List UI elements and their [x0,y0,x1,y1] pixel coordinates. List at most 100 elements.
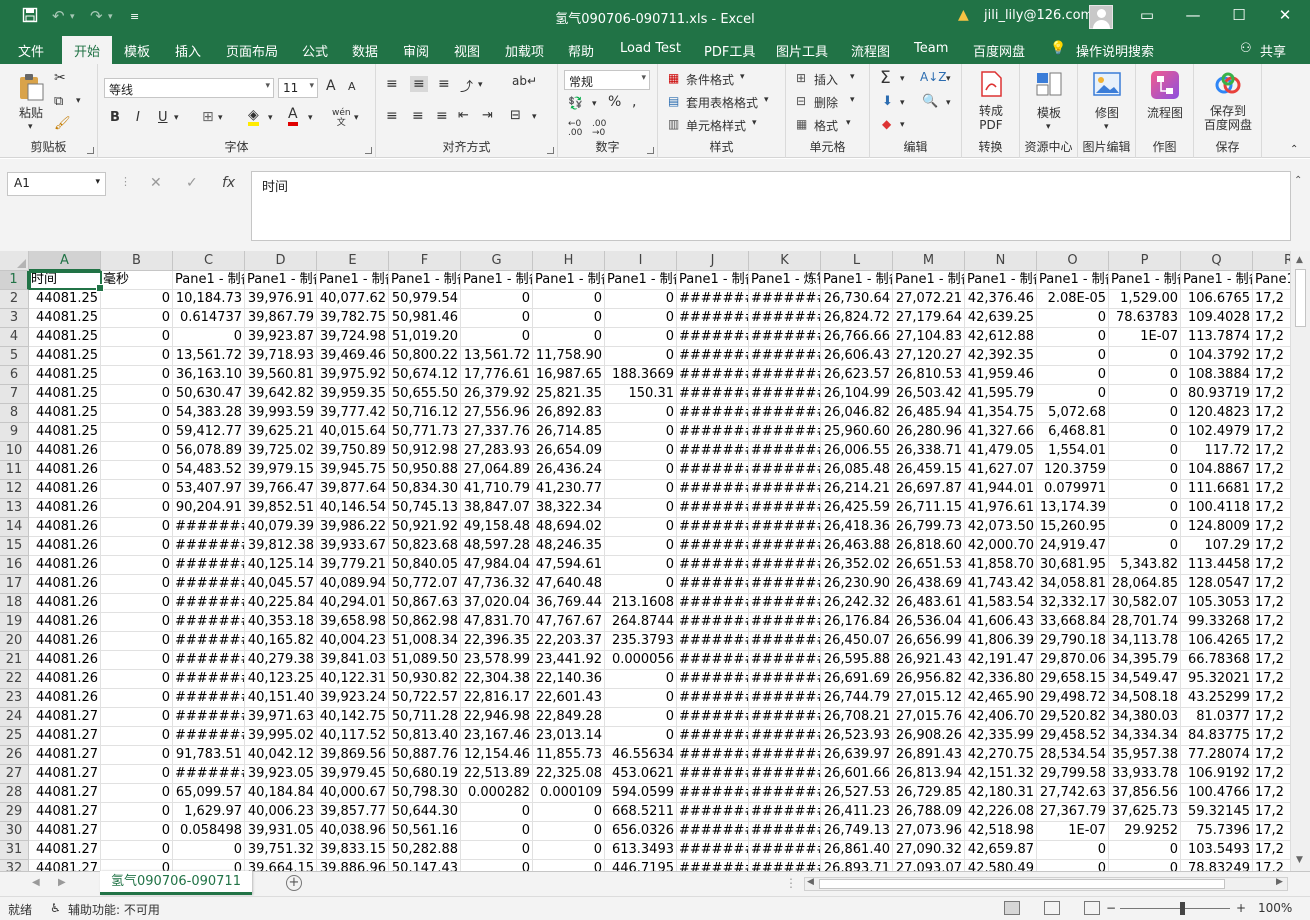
data-cell[interactable]: 50,813.40 [389,727,461,746]
data-cell[interactable]: 47,831.70 [461,613,533,632]
data-cell[interactable]: 34,508.18 [1109,689,1181,708]
data-cell[interactable]: 26,006.55 [821,442,893,461]
grow-font-button[interactable]: A [326,78,336,94]
data-cell[interactable]: 40,151.40 [245,689,317,708]
data-cell[interactable]: 50,798.30 [389,784,461,803]
data-cell[interactable]: 26,714.85 [533,423,605,442]
data-cell[interactable]: 39,867.79 [245,309,317,328]
data-cell[interactable]: ####### [677,442,749,461]
data-cell[interactable]: 0 [605,423,677,442]
data-cell[interactable]: ####### [173,556,245,575]
data-cell[interactable]: 0 [533,803,605,822]
data-cell[interactable]: 22,513.89 [461,765,533,784]
alignment-launcher-icon[interactable] [547,147,554,154]
data-cell[interactable]: 0 [101,404,173,423]
column-header[interactable]: C [173,251,245,271]
data-cell[interactable]: 44081.26 [29,461,101,480]
data-cell[interactable]: 33,668.84 [1037,613,1109,632]
column-header[interactable]: N [965,251,1037,271]
data-cell[interactable]: 0 [101,746,173,765]
data-cell[interactable]: 40,000.67 [317,784,389,803]
data-cell[interactable]: 39,724.98 [317,328,389,347]
template-icon[interactable] [1035,70,1063,101]
data-cell[interactable]: 37,625.73 [1109,803,1181,822]
data-cell[interactable]: 39,993.59 [245,404,317,423]
undo-icon[interactable]: ↶ [52,7,65,25]
phonetic-button[interactable]: wén 文 [332,108,351,128]
delete-cells-icon[interactable]: ⊟ [796,94,806,108]
tab-view[interactable]: 视图 [454,41,480,60]
data-cell[interactable]: 26,425.59 [821,499,893,518]
data-cell[interactable]: 40,165.82 [245,632,317,651]
data-cell[interactable]: 48,246.35 [533,537,605,556]
data-cell[interactable]: 39,886.96 [317,860,389,871]
conditional-format-icon[interactable]: ▦ [668,71,679,85]
data-cell[interactable]: 22,325.08 [533,765,605,784]
data-cell[interactable]: 107.29 [1181,537,1253,556]
data-cell[interactable]: ####### [173,575,245,594]
data-cell[interactable]: 0 [173,841,245,860]
data-cell[interactable]: 42,226.08 [965,803,1037,822]
zoom-level[interactable]: 100% [1258,901,1292,915]
data-cell[interactable]: 44081.27 [29,746,101,765]
paste-dropdown-icon[interactable]: ▾ [28,122,33,132]
clear-icon[interactable]: ◆ [882,117,891,131]
data-cell[interactable]: 40,353.18 [245,613,317,632]
zoom-in-icon[interactable]: + [1236,901,1246,915]
find-select-icon[interactable]: 🔍 [922,94,938,109]
data-cell[interactable]: 0 [101,613,173,632]
data-cell[interactable]: 44081.27 [29,708,101,727]
data-cell[interactable]: 26,527.53 [821,784,893,803]
row-header[interactable]: 2 [0,290,29,309]
data-cell[interactable]: 0 [101,347,173,366]
data-cell[interactable]: 26,601.66 [821,765,893,784]
data-cell[interactable]: ####### [173,613,245,632]
data-cell[interactable]: 0 [101,708,173,727]
data-cell[interactable]: 26,861.40 [821,841,893,860]
row-header[interactable]: 17 [0,575,29,594]
data-cell[interactable]: 17,2 [1253,556,1290,575]
data-cell[interactable]: 17,2 [1253,499,1290,518]
data-cell[interactable]: 17,2 [1253,385,1290,404]
data-cell[interactable]: 17,2 [1253,708,1290,727]
data-cell[interactable]: 39,560.81 [245,366,317,385]
data-cell[interactable]: ####### [173,594,245,613]
data-cell[interactable]: ####### [677,518,749,537]
row-header[interactable]: 24 [0,708,29,727]
underline-dropdown-icon[interactable]: ▾ [174,113,179,123]
zoom-slider[interactable] [1120,908,1230,909]
format-painter-icon[interactable]: 🖌 [54,116,71,131]
data-cell[interactable]: 17,2 [1253,309,1290,328]
underline-button[interactable]: U [158,110,168,125]
data-cell[interactable]: 17,2 [1253,366,1290,385]
name-box[interactable]: A1 ▾ [7,172,106,196]
data-cell[interactable]: 26,595.88 [821,651,893,670]
data-cell[interactable]: 44081.25 [29,385,101,404]
data-cell[interactable]: 0 [101,423,173,442]
data-cell[interactable]: 22,203.37 [533,632,605,651]
data-cell[interactable]: 17,2 [1253,841,1290,860]
currency-icon[interactable]: 💱 [568,96,583,110]
data-cell[interactable]: 59,412.77 [173,423,245,442]
data-cell[interactable]: 17,2 [1253,822,1290,841]
data-cell[interactable]: 0 [605,499,677,518]
add-sheet-button[interactable]: + [286,875,302,891]
data-cell[interactable]: 17,2 [1253,423,1290,442]
row-header[interactable]: 19 [0,613,29,632]
data-cell[interactable]: 39,812.38 [245,537,317,556]
data-cell[interactable]: 17,2 [1253,594,1290,613]
data-cell[interactable]: 40,089.94 [317,575,389,594]
data-cell[interactable]: 0 [605,575,677,594]
data-cell[interactable]: ####### [677,347,749,366]
data-cell[interactable]: 78.63783 [1109,309,1181,328]
data-cell[interactable]: 26,908.26 [893,727,965,746]
data-cell[interactable]: 32,332.17 [1037,594,1109,613]
cell-styles-icon[interactable]: ▥ [668,117,679,131]
header-cell[interactable]: Pane1 - 制备 [1181,271,1253,290]
data-cell[interactable]: 41,976.61 [965,499,1037,518]
data-cell[interactable]: 51,008.34 [389,632,461,651]
data-cell[interactable]: 50,711.28 [389,708,461,727]
zoom-out-icon[interactable]: − [1106,901,1116,915]
data-cell[interactable]: 0 [1109,499,1181,518]
data-cell[interactable]: 99.33268 [1181,613,1253,632]
